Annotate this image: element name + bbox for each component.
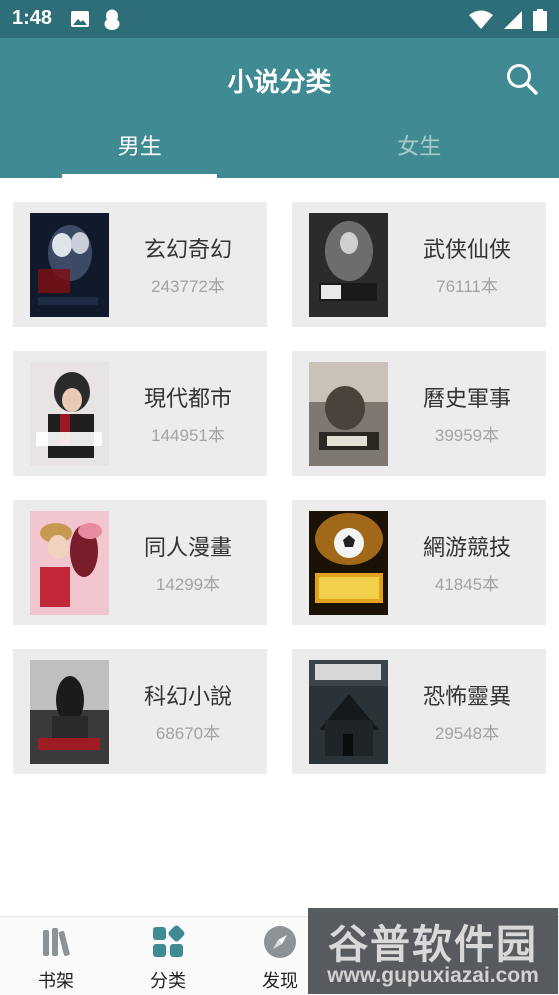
tab-male[interactable]: 男生 — [0, 130, 280, 178]
image-icon — [71, 11, 89, 27]
category-card-fanfic[interactable]: 同人漫畫 14299本 — [13, 500, 267, 625]
category-count: 68670本 — [155, 724, 221, 743]
app-header: 小说分类 男生 女生 — [0, 38, 559, 178]
watermark-title: 谷普软件园 — [328, 922, 538, 968]
category-title: 恐怖靈異 — [422, 685, 511, 710]
qq-penguin-icon — [104, 9, 120, 30]
gender-tabs: 男生 女生 — [0, 130, 559, 178]
category-card-esports[interactable]: 網游競技 41845本 — [292, 500, 546, 625]
category-card-xuanhuan[interactable]: 玄幻奇幻 243772本 — [13, 202, 267, 327]
book-cover-image — [309, 660, 388, 764]
category-card-history[interactable]: 曆史軍事 39959本 — [292, 351, 546, 476]
category-card-wuxia[interactable]: 武侠仙侠 76111本 — [292, 202, 546, 327]
book-cover-image — [30, 511, 109, 615]
category-card-urban[interactable]: 現代都市 144951本 — [13, 351, 267, 476]
watermark-url: www.gupuxiazai.com — [327, 964, 539, 987]
nav-label: 分类 — [150, 971, 186, 992]
category-count: 76111本 — [436, 277, 498, 296]
category-card-scifi[interactable]: 科幻小說 68670本 — [13, 649, 267, 774]
category-title: 玄幻奇幻 — [143, 238, 232, 263]
book-cover-image — [309, 511, 388, 615]
category-title: 曆史軍事 — [422, 387, 511, 412]
book-cover-image — [30, 213, 109, 317]
category-title: 武侠仙侠 — [422, 238, 511, 263]
nav-bookshelf[interactable]: 书架 — [6, 917, 106, 995]
category-count: 14299本 — [155, 575, 221, 594]
category-count: 29548本 — [434, 724, 500, 743]
book-cover-image — [309, 362, 388, 466]
bookshelf-icon — [43, 928, 70, 956]
cellular-signal-icon — [504, 11, 522, 29]
category-grid: 玄幻奇幻 243772本 武侠仙侠 76111本 現代都市 144951本 曆史… — [13, 202, 546, 774]
category-count: 39959本 — [434, 426, 500, 445]
category-title: 科幻小說 — [143, 685, 232, 710]
category-count: 243772本 — [151, 277, 225, 296]
page-title: 小说分类 — [227, 68, 332, 98]
active-tab-indicator — [62, 174, 217, 178]
category-title: 同人漫畫 — [143, 536, 232, 561]
category-count: 144951本 — [151, 426, 225, 445]
tab-male-label: 男生 — [117, 135, 162, 160]
book-cover-image — [30, 362, 109, 466]
tab-female[interactable]: 女生 — [280, 130, 559, 178]
category-title: 網游競技 — [422, 536, 511, 561]
search-icon[interactable] — [505, 62, 539, 96]
category-count: 41845本 — [434, 575, 500, 594]
nav-category[interactable]: 分类 — [118, 917, 218, 995]
category-grid-icon — [153, 925, 185, 957]
category-title: 現代都市 — [143, 387, 232, 412]
status-time: 1:48 — [12, 7, 53, 29]
status-bar: 1:48 — [0, 0, 559, 38]
category-card-horror[interactable]: 恐怖靈異 29548本 — [292, 649, 546, 774]
book-cover-image — [30, 660, 109, 764]
wifi-icon — [469, 10, 493, 29]
book-cover-image — [309, 213, 388, 317]
watermark-overlay: 谷普软件园 www.gupuxiazai.com — [308, 908, 558, 994]
compass-icon — [264, 926, 296, 958]
tab-female-label: 女生 — [397, 135, 442, 160]
nav-label: 书架 — [38, 971, 74, 992]
battery-icon — [533, 9, 547, 31]
